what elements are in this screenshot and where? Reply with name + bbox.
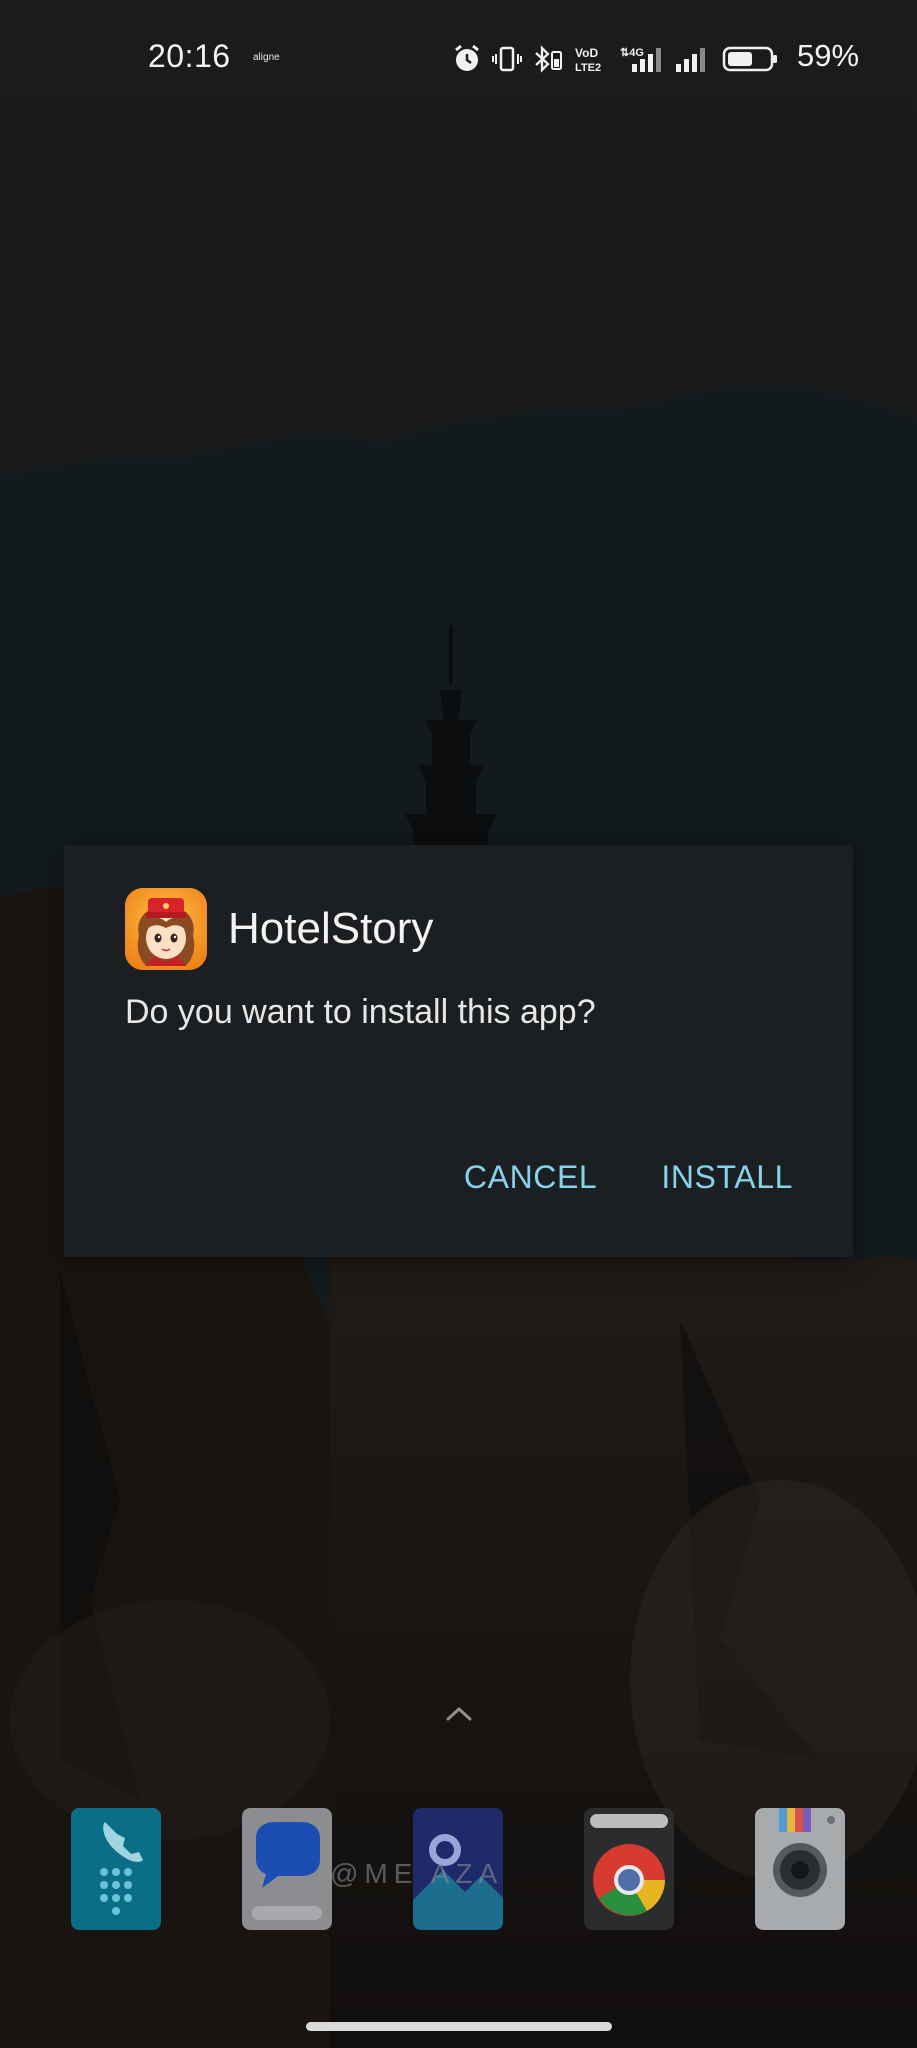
4g-signal-icon: ⇅4G <box>618 44 664 74</box>
app-name: HotelStory <box>228 904 434 953</box>
volte-icon: VoD LTE2 <box>574 44 608 74</box>
dock-app-camera[interactable] <box>755 1808 845 1930</box>
vibrate-icon <box>492 44 522 74</box>
app-icon <box>125 888 207 970</box>
alarm-icon <box>452 44 482 74</box>
dialog-message: Do you want to install this app? <box>125 993 596 1031</box>
bluetooth-icon <box>532 44 564 74</box>
chevron-up-icon[interactable] <box>445 1704 473 1729</box>
dock-app-phone[interactable] <box>71 1808 161 1930</box>
status-bar: 20:16 aligne VoD LTE2 ⇅4G 59% <box>0 0 917 116</box>
cancel-button[interactable]: CANCEL <box>464 1159 597 1196</box>
status-icons: VoD LTE2 ⇅4G <box>452 40 778 78</box>
carrier-label: aligne <box>253 52 280 63</box>
svg-text:⇅4G: ⇅4G <box>620 47 644 59</box>
watermark-text: @ME AZA <box>330 1858 504 1889</box>
battery-percent: 59% <box>797 38 860 73</box>
install-button[interactable]: INSTALL <box>661 1159 793 1196</box>
dialog-actions: CANCEL INSTALL <box>464 1159 793 1196</box>
svg-text:VoD: VoD <box>575 46 598 60</box>
dialog-header: HotelStory <box>125 888 433 970</box>
status-time: 20:16 <box>148 38 231 74</box>
dock-app-messages[interactable] <box>242 1808 332 1930</box>
battery-icon <box>722 44 778 74</box>
dock-app-chrome[interactable] <box>584 1808 674 1930</box>
svg-text:LTE2: LTE2 <box>575 62 601 74</box>
home-indicator[interactable] <box>306 2022 612 2031</box>
signal-strength-icon <box>674 44 712 74</box>
install-dialog: HotelStory Do you want to install this a… <box>64 845 853 1257</box>
